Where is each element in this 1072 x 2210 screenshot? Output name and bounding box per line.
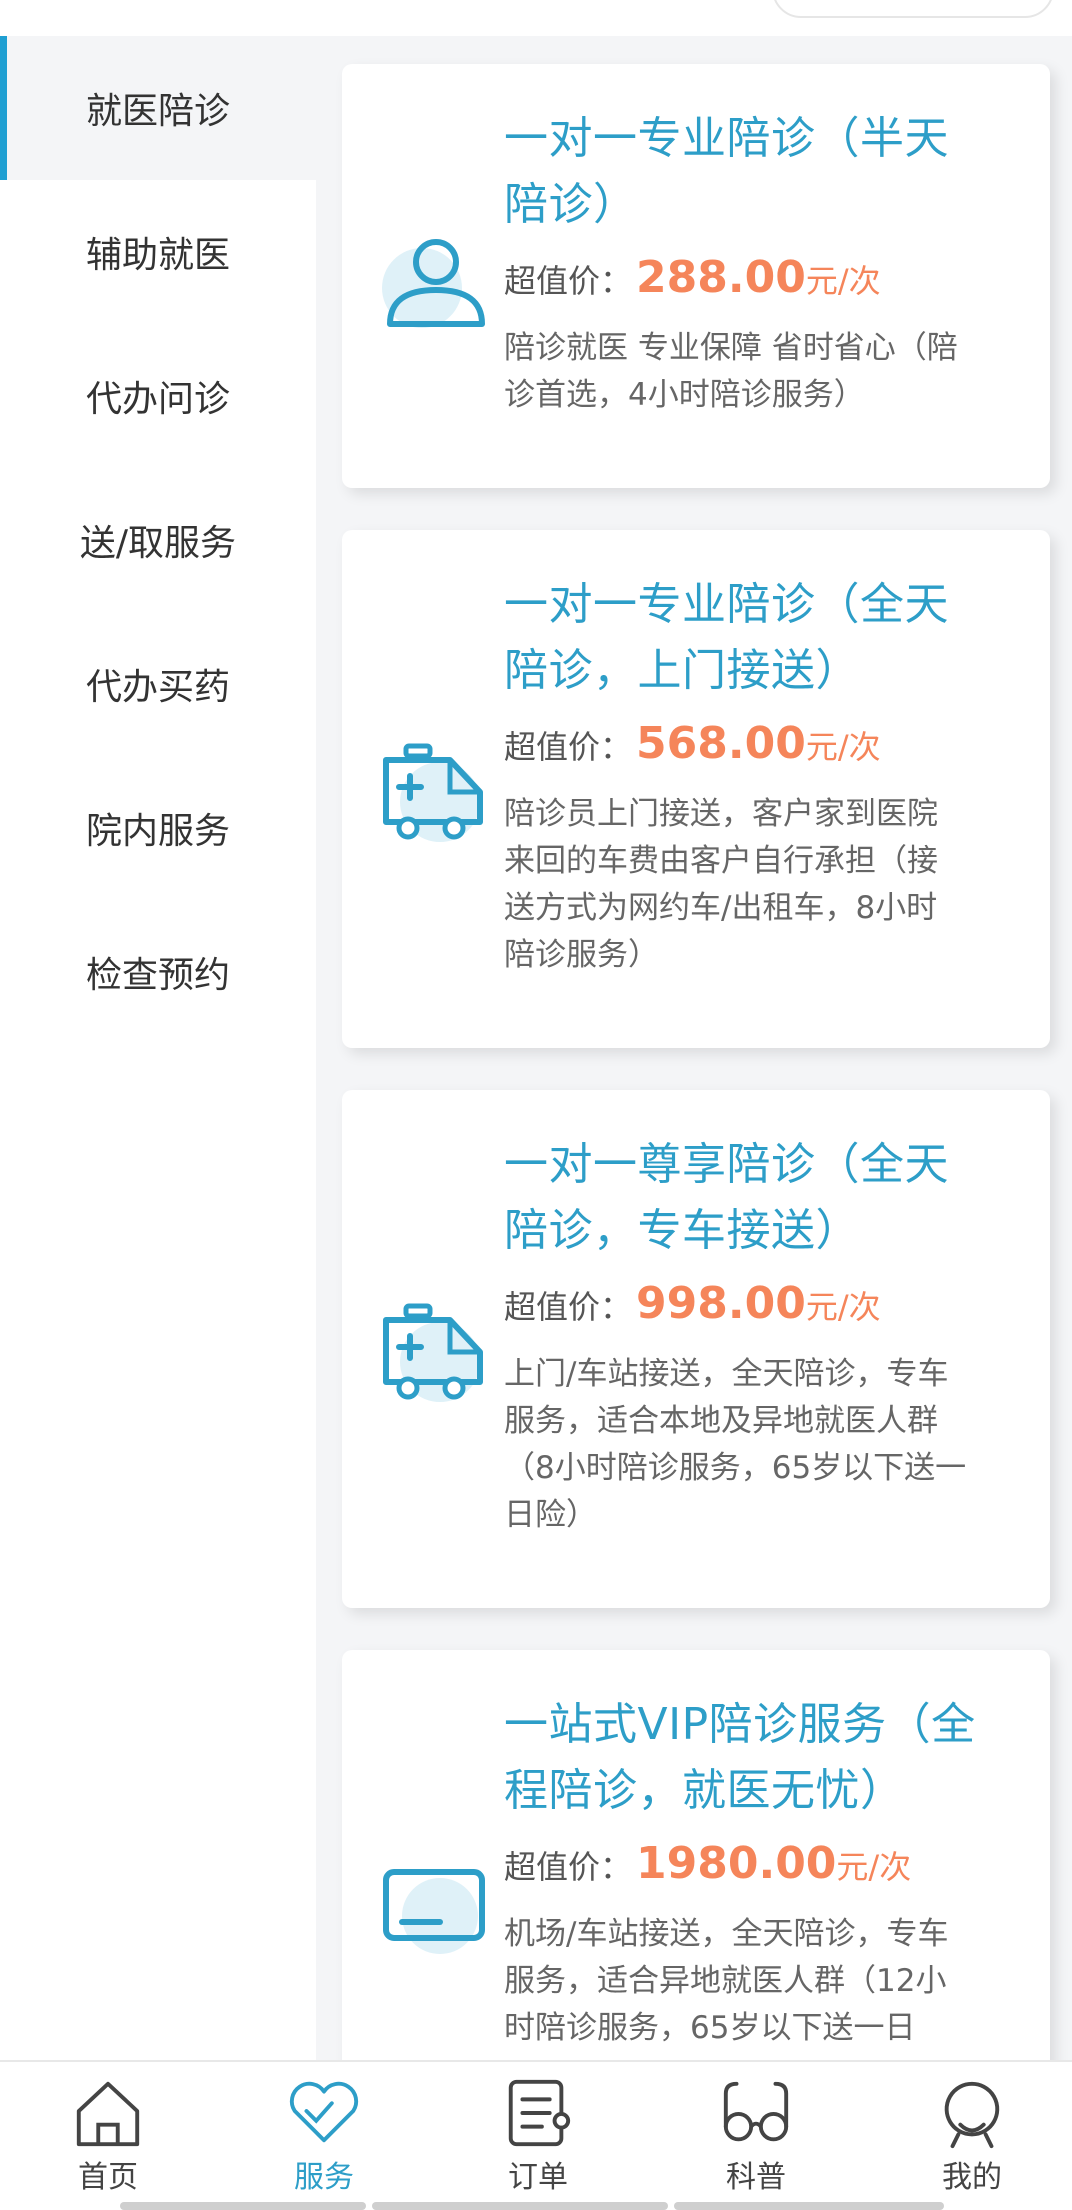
service-description: 上门/车站接送，全天陪诊，专车 服务，适合本地及异地就医人群 （8小时陪诊服务，… [504,1356,967,1533]
sidebar-item-assist[interactable]: 辅助就医 [0,180,316,324]
service-card[interactable]: 一对一专业陪诊（全天 陪诊，上门接送） 超值价： 568.00 元/次 陪诊员上… [342,530,1050,1048]
bottom-tab-bar: 首页 服务 订单 科普 我的 [0,2060,1072,2210]
card-icon [380,1850,490,1960]
tab-science[interactable]: 科普 [681,2076,831,2196]
sidebar-item-escort[interactable]: 就医陪诊 [0,36,316,180]
sidebar-item-exam-booking[interactable]: 检查预约 [0,900,316,1044]
top-search-pill[interactable] [772,0,1054,18]
home-icon [76,2081,140,2147]
sidebar-item-label: 辅助就医 [85,235,230,276]
service-card[interactable]: 一对一专业陪诊（半天 陪诊） 超值价： 288.00 元/次 陪诊就医 专业保障… [342,64,1050,488]
heart-icon [289,2081,359,2143]
price-value: 998.00 [636,1278,806,1329]
price-value: 1980.00 [636,1838,837,1889]
service-card[interactable]: 一站式VIP陪诊服务（全 程陪诊，就医无忧） 超值价： 1980.00 元/次 … [342,1650,1050,2060]
home-indicator [120,2202,366,2210]
sidebar-item-buy-medicine[interactable]: 代办买药 [0,612,316,756]
sidebar-item-in-hospital[interactable]: 院内服务 [0,756,316,900]
service-list[interactable]: 一对一专业陪诊（半天 陪诊） 超值价： 288.00 元/次 陪诊就医 专业保障… [316,36,1072,2060]
price-value: 568.00 [636,718,806,769]
price-row: 超值价： 998.00 元/次 [504,1278,881,1329]
service-description: 机场/车站接送，全天陪诊，专车 服务，适合异地就医人群（12小 时陪诊服务，65… [504,1916,949,2046]
sidebar-item-label: 代办买药 [85,667,230,708]
ambulance-icon [380,1296,490,1406]
home-indicator [372,2202,668,2210]
service-description: 陪诊就医 专业保障 省时省心（陪 诊首选，4小时陪诊服务） [504,330,958,413]
sidebar-item-label: 院内服务 [85,811,230,852]
person-icon [380,224,490,334]
service-card[interactable]: 一对一尊享陪诊（全天 陪诊，专车接送） 超值价： 998.00 元/次 上门/车… [342,1090,1050,1608]
service-title: 一对一尊享陪诊（全天 陪诊，专车接送） [504,1139,949,1256]
top-bar [0,0,1072,36]
sidebar-item-delivery[interactable]: 送/取服务 [0,468,316,612]
ambulance-icon [380,736,490,846]
service-title: 一对一专业陪诊（半天 陪诊） [504,113,949,230]
sidebar-item-label: 代办问诊 [85,379,230,420]
price-row: 超值价： 1980.00 元/次 [504,1838,912,1889]
service-description: 陪诊员上门接送，客户家到医院 来回的车费由客户自行承担（接 送方式为网约车/出租… [504,796,938,973]
glasses-icon [723,2081,789,2142]
sidebar-item-proxy-consult[interactable]: 代办问诊 [0,324,316,468]
profile-icon [944,2081,1000,2149]
service-title: 一对一专业陪诊（全天 陪诊，上门接送） [504,579,949,696]
price-value: 288.00 [636,252,806,303]
tab-profile[interactable]: 我的 [897,2076,1047,2196]
tab-home[interactable]: 首页 [33,2076,183,2196]
tab-services[interactable]: 服务 [249,2076,399,2196]
home-indicator [674,2202,944,2210]
sidebar-item-label: 检查预约 [85,955,230,996]
category-sidebar: 就医陪诊 辅助就医 代办问诊 送/取服务 代办买药 院内服务 检查预约 [0,36,316,2060]
order-icon [508,2079,571,2147]
tab-orders[interactable]: 订单 [463,2076,613,2196]
price-row: 超值价： 568.00 元/次 [504,718,881,769]
sidebar-item-label: 就医陪诊 [85,91,230,132]
sidebar-item-label: 送/取服务 [79,523,237,564]
price-row: 超值价： 288.00 元/次 [504,252,881,303]
service-title: 一站式VIP陪诊服务（全 程陪诊，就医无忧） [504,1699,976,1816]
